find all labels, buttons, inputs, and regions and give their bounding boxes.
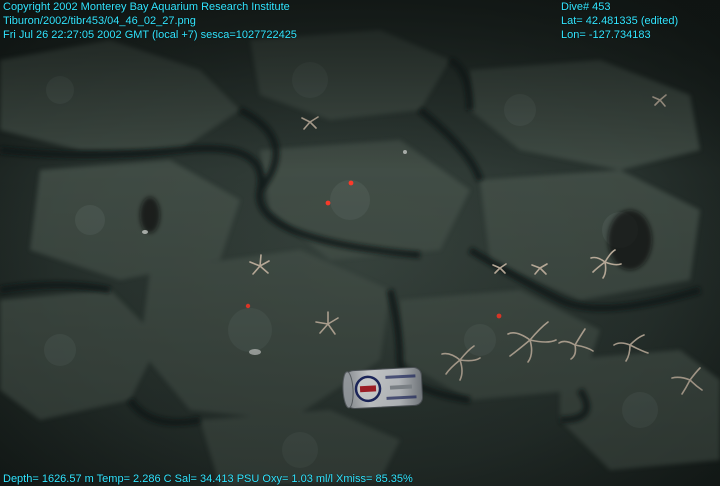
- copyright-line: Copyright 2002 Monterey Bay Aquarium Res…: [3, 1, 290, 13]
- sensor-readout-line: Depth= 1626.57 m Temp= 2.286 C Sal= 34.4…: [3, 473, 413, 485]
- latitude: Lat= 42.481335 (edited): [561, 15, 679, 27]
- overlay-sensor-readout: Depth= 1626.57 m Temp= 2.286 C Sal= 34.4…: [3, 472, 413, 486]
- overlay-top-right: Dive# 453 Lat= 42.481335 (edited) Lon= -…: [561, 0, 678, 42]
- longitude: Lon= -127.734183: [561, 29, 651, 41]
- depth-shading: [0, 0, 720, 486]
- overlay-top-left: Copyright 2002 Monterey Bay Aquarium Res…: [3, 0, 297, 42]
- file-path-line: Tiburon/2002/tibr453/04_46_02_27.png: [3, 15, 196, 27]
- seafloor-photo: [0, 0, 720, 486]
- dive-number: Dive# 453: [561, 1, 611, 13]
- timestamp-line: Fri Jul 26 22:27:05 2002 GMT (local +7) …: [3, 29, 297, 41]
